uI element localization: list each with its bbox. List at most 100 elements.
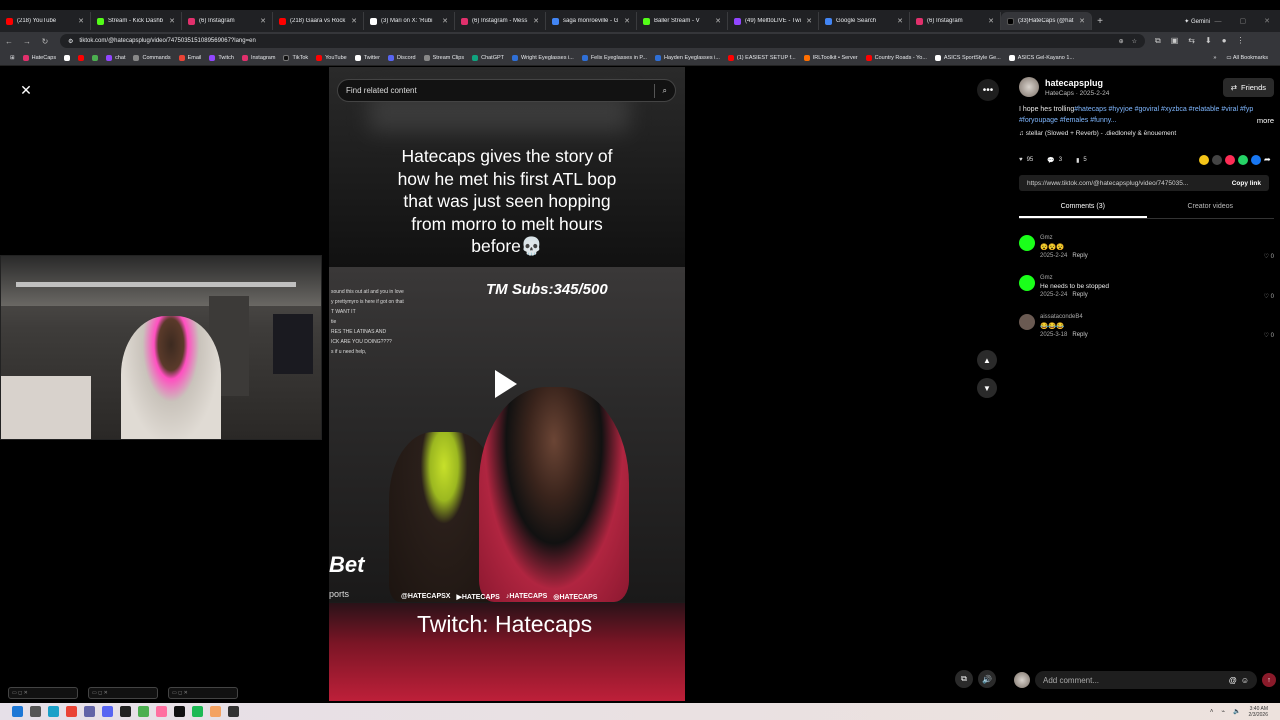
back-icon[interactable]: ← (0, 37, 18, 46)
address-bar[interactable]: ⚙ tiktok.com/@hatecapsplug/video/7475035… (60, 34, 1145, 48)
game-bar-widget[interactable]: ▭ ◻ ✕ (8, 687, 78, 699)
reply-button[interactable]: Reply (1072, 292, 1087, 298)
coin-icon[interactable] (1199, 155, 1209, 165)
terminal-icon[interactable] (174, 706, 185, 717)
close-tab-icon[interactable]: ✕ (260, 17, 266, 25)
site-info-icon[interactable]: ⚙ (68, 38, 73, 45)
bookmark-item[interactable]: Commands (133, 54, 171, 61)
bookmark-item[interactable]: (1) EASIEST SETUP f... (727, 54, 796, 61)
commenter-name[interactable]: Gmz (1040, 235, 1088, 241)
bookmark-icon[interactable]: ▮ (1076, 157, 1079, 164)
browser-tab[interactable]: Google Search ✕ (819, 12, 910, 30)
comment-icon[interactable]: 💬 (1047, 157, 1054, 164)
commenter-avatar[interactable] (1019, 235, 1035, 251)
bookmark-item[interactable] (92, 54, 99, 61)
clock[interactable]: 3:40 AM 2/3/2026 (1249, 706, 1268, 718)
network-icon[interactable]: ⌁ (1221, 708, 1225, 715)
commenter-name[interactable]: Gmz (1040, 275, 1109, 281)
close-tab-icon[interactable]: ✕ (351, 17, 357, 25)
close-tab-icon[interactable]: ✕ (715, 17, 721, 25)
close-tab-icon[interactable]: ✕ (988, 17, 994, 25)
bookmark-item[interactable]: Instagram (241, 54, 275, 61)
extensions-icon[interactable]: ⧉ (1155, 36, 1161, 46)
close-icon[interactable]: ✕ (17, 81, 35, 99)
more-link[interactable]: more (1257, 116, 1274, 127)
comment-like[interactable]: ♡ 0 (1264, 332, 1274, 339)
bookmark-item[interactable]: TikTok (283, 54, 308, 61)
music-track[interactable]: ♫ stellar (Slowed + Reverb) - .diedlonel… (1019, 130, 1274, 137)
browser-tab[interactable]: (6) Instagram ✕ (910, 12, 1001, 30)
close-tab-icon[interactable]: ✕ (533, 17, 539, 25)
sidepanel-icon[interactable]: ▣ (1171, 36, 1179, 46)
more-bookmarks-icon[interactable]: » (1213, 55, 1216, 61)
app-icon[interactable] (156, 706, 167, 717)
game-bar-widget[interactable]: ▭ ◻ ✕ (168, 687, 238, 699)
add-comment-input[interactable]: Add comment... @ ☺ (1035, 671, 1257, 689)
windows-start-icon[interactable] (12, 706, 23, 717)
bookmark-item[interactable]: Wright Eyeglasses i... (512, 54, 574, 61)
mention-icon[interactable]: @ (1229, 676, 1237, 685)
bookmark-item[interactable] (78, 54, 85, 61)
commenter-avatar[interactable] (1019, 275, 1035, 291)
discord-icon[interactable] (102, 706, 113, 717)
app-icon[interactable] (210, 706, 221, 717)
previous-video-icon[interactable]: ▲ (977, 350, 997, 370)
volume-icon[interactable]: 🔊 (978, 670, 996, 688)
browser-tab[interactable]: (3) Mari on X: 'Rubi ✕ (364, 12, 455, 30)
browser-tab[interactable]: (6) Instagram ✕ (182, 12, 273, 30)
browser-tab[interactable]: (6) Instagram - Mess ✕ (455, 12, 546, 30)
next-video-icon[interactable]: ▼ (977, 378, 997, 398)
reload-icon[interactable]: ↻ (36, 37, 54, 46)
bookmark-item[interactable]: Hayden Eyeglasses i... (654, 54, 720, 61)
author-username[interactable]: hatecapsplug (1045, 78, 1109, 88)
copy-link-button[interactable]: Copy link (1232, 180, 1261, 187)
avatar[interactable] (1019, 77, 1039, 97)
comment-like[interactable]: ♡ 0 (1264, 253, 1274, 260)
whatsapp-icon[interactable] (1238, 155, 1248, 165)
close-tab-icon[interactable]: ✕ (1079, 17, 1085, 25)
comment-like[interactable]: ♡ 0 (1264, 293, 1274, 300)
close-tab-icon[interactable]: ✕ (806, 17, 812, 25)
chrome-icon[interactable] (138, 706, 149, 717)
bookmark-item[interactable]: Discord (387, 54, 416, 61)
bookmark-item[interactable]: chat (106, 54, 125, 61)
bookmark-item[interactable]: Country Roads - Yo... (865, 54, 927, 61)
browser-tab[interactable]: (49) MelttoLIVE - Twi ✕ (728, 12, 819, 30)
browser-tab[interactable]: Stream - Kick Dashb ✕ (91, 12, 182, 30)
volume-tray-icon[interactable]: 🔈 (1233, 708, 1240, 715)
bookmark-item[interactable]: Twitter (354, 54, 380, 61)
bookmark-item[interactable]: YouTube (316, 54, 347, 61)
browser-tab[interactable]: saga monroeville - G ✕ (546, 12, 637, 30)
bookmark-item[interactable]: Twitch (209, 54, 234, 61)
obs-icon[interactable] (120, 706, 131, 717)
reply-button[interactable]: Reply (1072, 253, 1087, 259)
close-window-icon[interactable]: ✕ (1264, 17, 1270, 25)
bookmark-item[interactable]: ASICS SportStyle Ge... (934, 54, 1001, 61)
tab-comments[interactable]: Comments (3) (1019, 197, 1147, 218)
install-icon[interactable]: ⊕ (1119, 38, 1124, 45)
teams-icon[interactable] (84, 706, 95, 717)
maximize-icon[interactable]: ▢ (1240, 17, 1247, 25)
bookmark-item[interactable]: ASICS Gel-Kayano 1... (1008, 54, 1074, 61)
commenter-name[interactable]: aissatacondeB4 (1040, 314, 1088, 320)
pip-icon[interactable]: ⧉ (955, 670, 973, 688)
game-bar-widget[interactable]: ▭ ◻ ✕ (88, 687, 158, 699)
share-arrow-icon[interactable]: ➦ (1264, 155, 1274, 165)
bookmark-item[interactable]: IRLToolkit • Server (803, 54, 858, 61)
new-tab-button[interactable]: + (1092, 16, 1108, 27)
translate-icon[interactable]: ⇆ (1188, 36, 1195, 46)
search-input[interactable]: Find related content ⌕ (337, 79, 676, 102)
browser-tab[interactable]: Baller Stream - V ✕ (637, 12, 728, 30)
bookmark-item[interactable]: Stream Clips (423, 54, 464, 61)
bookmark-item[interactable]: Email (178, 54, 201, 61)
task-view-icon[interactable] (30, 706, 41, 717)
spotify-icon[interactable] (192, 706, 203, 717)
close-tab-icon[interactable]: ✕ (897, 17, 903, 25)
menu-icon[interactable]: ⋮ (1237, 36, 1245, 46)
bookmark-item[interactable]: HateCaps (22, 54, 56, 61)
bookmark-item[interactable]: ChatGPT (472, 54, 504, 61)
forward-icon[interactable]: → (18, 37, 36, 46)
all-bookmarks-folder[interactable]: ▭ All Bookmarks (1226, 55, 1268, 61)
download-icon[interactable]: ⬇ (1205, 36, 1212, 46)
commenter-avatar[interactable] (1019, 314, 1035, 330)
